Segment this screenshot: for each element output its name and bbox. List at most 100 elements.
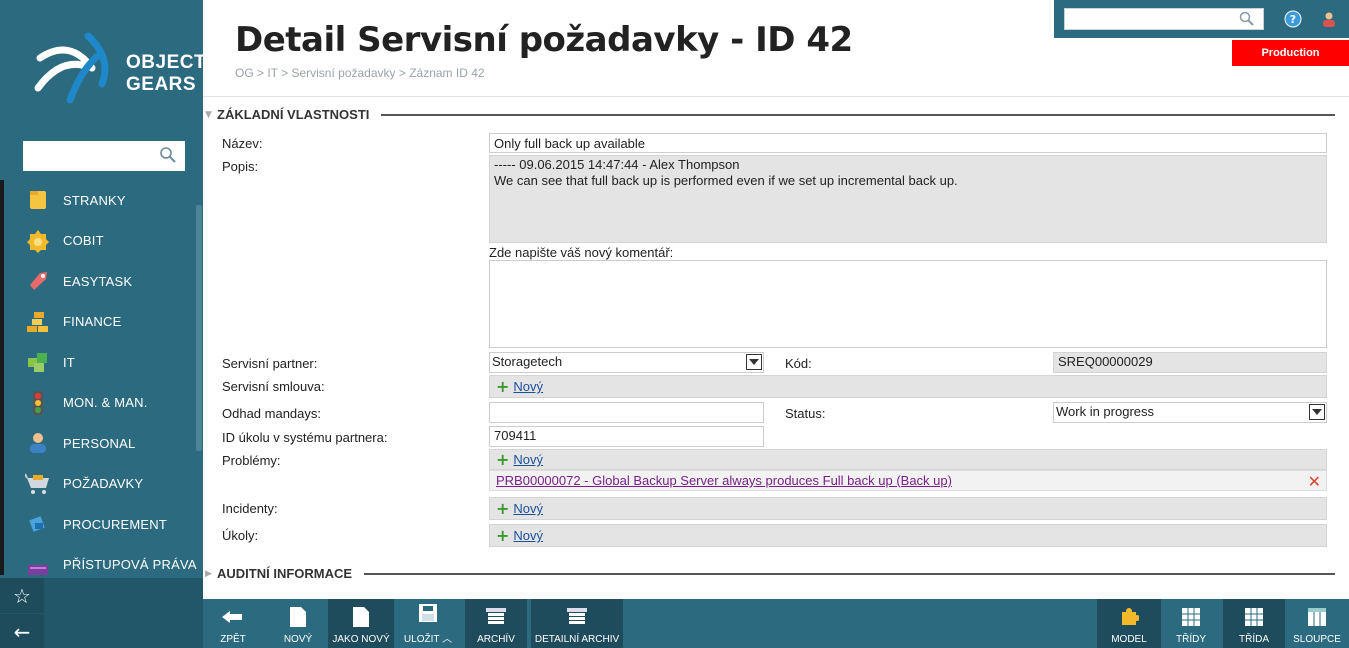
detail-archive-button[interactable]: DETAILNÍ ARCHIV [531, 599, 623, 648]
task-id-input[interactable]: 709411 [489, 426, 764, 447]
as-new-button[interactable]: JAKO NOVÝ [328, 599, 394, 648]
description-line: We can see that full back up is performe… [494, 173, 958, 188]
sidebar-scrollbar[interactable] [196, 205, 202, 451]
comment-textarea[interactable] [489, 260, 1327, 348]
section-title: ZÁKLADNÍ VLASTNOSTI [217, 107, 370, 122]
sidebar-nav: STRANKY COBIT EASYTASK FINANCE IT MON. &… [0, 180, 203, 575]
table-icon [1245, 606, 1263, 628]
save-label-wrap: ULOŽIT ︿ [404, 630, 452, 645]
sidebar-item-label: FINANCE [63, 314, 122, 330]
brand-name: OBJECT GEARS [126, 52, 206, 96]
puzzle-icon [1119, 606, 1139, 628]
contract-new-link[interactable]: Nový [513, 379, 543, 394]
sidebar-item-pozadavky[interactable]: POŽADAVKY [4, 464, 203, 505]
status-select[interactable]: Work in progress [1053, 402, 1327, 423]
user-button[interactable] [1318, 8, 1340, 30]
sidebar-item-it[interactable]: IT [4, 342, 203, 383]
contract-label: Servisní smlouva: [222, 379, 325, 394]
badge-icon [24, 227, 52, 255]
classes-label: TŘÍDY [1176, 634, 1206, 645]
partner-label: Servisní partner: [222, 356, 318, 371]
sidebar-search-input[interactable] [23, 141, 153, 171]
svg-text:?: ? [1290, 13, 1296, 26]
archive-icon [486, 606, 506, 628]
collapse-sidebar-button[interactable]: ← [0, 614, 44, 648]
sidebar-bottom: ☆ ← [0, 578, 203, 648]
sidebar-item-procurement[interactable]: PROCUREMENT [4, 504, 203, 545]
folder-icon [24, 186, 52, 214]
delete-icon[interactable]: ✕ [1308, 472, 1321, 491]
cubes-icon [24, 348, 52, 376]
status-label: Status: [785, 406, 826, 421]
breadcrumb[interactable]: OG > IT > Servisní požadavky > Záznam ID… [235, 66, 485, 80]
expand-triangle-icon: ▶ [205, 568, 212, 579]
arrow-left-icon [222, 606, 244, 628]
back-label: ZPĚT [220, 634, 246, 645]
classes-button[interactable]: TŘÍDY [1161, 599, 1221, 648]
sidebar-item-pristupova-prava[interactable]: PŘÍSTUPOVÁ PRÁVA [4, 545, 203, 576]
section-basic-header[interactable]: ▼ ZÁKLADNÍ VLASTNOSTI [205, 107, 1335, 122]
mandays-input[interactable] [489, 402, 764, 423]
archive-detail-icon [567, 606, 587, 628]
incidents-relation: + Nový [489, 497, 1327, 520]
sidebar-item-label: EASYTASK [63, 273, 133, 289]
sidebar-item-stranky[interactable]: STRANKY [4, 180, 203, 221]
sidebar-item-cobit[interactable]: COBIT [4, 221, 203, 262]
sidebar-item-label: COBIT [63, 233, 104, 249]
problem-link[interactable]: PRB00000072 - Global Backup Server alway… [496, 473, 952, 488]
bottom-toolbar: ZPĚT NOVÝ JAKO NOVÝ ULOŽIT ︿ ARCHÍV DETA… [203, 599, 1349, 648]
person-icon [24, 429, 52, 457]
incidents-new-link[interactable]: Nový [513, 501, 543, 516]
class-label: TŘÍDA [1239, 634, 1269, 645]
sidebar-item-label: POŽADAVKY [63, 476, 144, 492]
class-button[interactable]: TŘÍDA [1223, 599, 1285, 648]
description-label: Popis: [222, 159, 259, 174]
back-button[interactable]: ZPĚT [203, 599, 263, 648]
user-icon [1323, 12, 1335, 27]
plus-icon: + [496, 498, 510, 518]
chevron-up-icon[interactable]: ︿ [442, 634, 452, 645]
columns-label: SLOUPCE [1293, 634, 1341, 645]
sidebar-item-personal[interactable]: PERSONAL [4, 423, 203, 464]
model-button[interactable]: MODEL [1097, 599, 1161, 648]
sidebar: OBJECT GEARS STRANKY COBIT EASYTASK FINA… [0, 0, 206, 648]
mandays-label: Odhad mandays: [222, 406, 322, 421]
search-icon[interactable] [159, 146, 177, 168]
as-new-label: JAKO NOVÝ [332, 634, 390, 645]
columns-icon [1308, 606, 1326, 628]
sidebar-search [23, 141, 185, 171]
chevron-down-icon [746, 354, 762, 370]
global-search-input[interactable] [1064, 8, 1264, 30]
access-icon [24, 551, 52, 575]
top-bar: ? [1054, 0, 1349, 38]
sidebar-item-label: MON. & MAN. [63, 395, 148, 411]
section-title: AUDITNÍ INFORMACE [217, 566, 353, 581]
plus-icon: + [496, 449, 510, 469]
tasks-new-link[interactable]: Nový [513, 528, 543, 543]
sidebar-item-easytask[interactable]: EASYTASK [4, 261, 203, 302]
help-button[interactable]: ? [1282, 8, 1304, 30]
sidebar-item-label: IT [63, 354, 75, 370]
page-title: Detail Servisní požadavky - ID 42 [235, 20, 853, 60]
partner-select[interactable]: Storagetech [489, 352, 764, 373]
new-button[interactable]: NOVÝ [273, 599, 323, 648]
columns-button[interactable]: SLOUPCE [1287, 599, 1347, 648]
favorites-button[interactable]: ☆ [0, 578, 44, 613]
new-label: NOVÝ [283, 634, 313, 645]
sidebar-item-label: STRANKY [63, 192, 126, 208]
archive-button[interactable]: ARCHÍV [465, 599, 527, 648]
logo[interactable]: OBJECT GEARS [0, 0, 206, 125]
section-audit-header[interactable]: ▶ AUDITNÍ INFORMACE [205, 566, 1335, 581]
tag-icon [24, 267, 52, 295]
name-input[interactable]: Only full back up available [489, 133, 1327, 153]
sidebar-item-label: PERSONAL [63, 435, 136, 451]
search-icon[interactable] [1239, 11, 1255, 31]
tasks-label: Úkoly: [222, 528, 259, 543]
arrow-left-icon: ← [13, 619, 31, 644]
environment-badge: Production [1232, 40, 1349, 66]
sidebar-item-mon-man[interactable]: MON. & MAN. [4, 383, 203, 424]
problems-new-link[interactable]: Nový [513, 452, 543, 467]
save-button[interactable]: ULOŽIT ︿ [396, 599, 460, 648]
sidebar-item-finance[interactable]: FINANCE [4, 302, 203, 343]
divider [203, 96, 1349, 97]
